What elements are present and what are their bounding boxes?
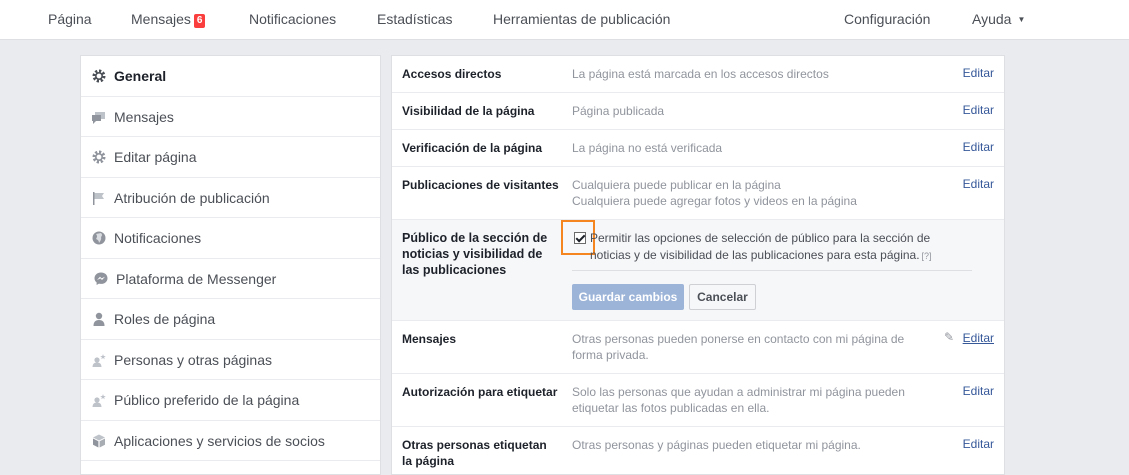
setting-value-secondary: Cualquiera puede agregar fotos y videos …	[572, 194, 857, 208]
sidebar-item-mensajes[interactable]: Mensajes	[81, 97, 380, 137]
setting-row-mensajes: Mensajes Otras personas pueden ponerse e…	[392, 321, 1004, 374]
globe-icon	[92, 231, 106, 245]
edit-link[interactable]: Editar	[963, 103, 994, 117]
setting-name: Visibilidad de la página	[402, 104, 535, 118]
setting-name: Publicaciones de visitantes	[402, 178, 559, 192]
sidebar-item-label: Personas y otras páginas	[114, 351, 272, 368]
sidebar-item-publico-preferido[interactable]: Público preferido de la página	[81, 380, 380, 421]
edit-link[interactable]: Editar	[963, 66, 994, 80]
person-icon	[93, 312, 105, 326]
sidebar-item-label: Público preferido de la página	[114, 392, 300, 408]
nav-mensajes[interactable]: Mensajes 6	[131, 11, 206, 28]
setting-name: Otras personas etiquetan la página	[402, 438, 547, 468]
sidebar-item-label: Roles de página	[114, 311, 216, 327]
nav-herramientas[interactable]: Herramientas de publicación	[493, 11, 670, 27]
setting-name: Autorización para etiquetar	[402, 385, 558, 399]
divider	[572, 270, 972, 271]
edit-link[interactable]: Editar	[963, 177, 994, 191]
setting-value: La página está marcada en los accesos di…	[572, 67, 829, 81]
setting-value: La página no está verificada	[572, 141, 723, 155]
sidebar-item-label: Notificaciones	[114, 230, 202, 246]
setting-value: Solo las personas que ayudan a administr…	[572, 385, 905, 415]
person-star-icon	[92, 353, 106, 367]
sidebar-item-label: Plataforma de Messenger	[116, 270, 277, 287]
setting-row-autorizacion-etiquetar: Autorización para etiquetar Solo las per…	[392, 374, 1004, 427]
sidebar-item-label: Atribución de publicación	[114, 189, 270, 206]
cube-icon	[93, 434, 105, 447]
sidebar-item-label: General	[114, 68, 167, 84]
checkbox-label: Permitir las opciones de selección de pú…	[590, 230, 950, 265]
setting-row-publico-seccion-noticias: Público de la sección de noticias y visi…	[392, 220, 1004, 321]
setting-row-publicaciones-visitantes: Publicaciones de visitantes Cualquiera p…	[392, 167, 1004, 220]
sidebar-item-general[interactable]: General	[81, 56, 380, 97]
sidebar-item-label: Aplicaciones y servicios de socios	[114, 432, 325, 449]
gear-icon	[92, 150, 106, 164]
setting-row-verificacion: Verificación de la página La página no e…	[392, 130, 1004, 167]
sidebar-item-label: Editar página	[114, 149, 197, 165]
setting-row-visibilidad: Visibilidad de la página Página publicad…	[392, 93, 1004, 130]
setting-value: Cualquiera puede publicar en la página	[572, 178, 781, 192]
caret-down-icon: ▼	[1017, 15, 1026, 24]
nav-estadisticas[interactable]: Estadísticas	[377, 11, 452, 27]
help-link[interactable]: [?]	[922, 251, 932, 261]
edit-link[interactable]: Editar	[963, 331, 994, 345]
setting-value: Página publicada	[572, 104, 665, 118]
setting-name: Accesos directos	[402, 67, 502, 81]
nav-ayuda[interactable]: Ayuda ▼	[972, 11, 1025, 27]
settings-sidebar: General Mensajes Editar página Atribució…	[80, 55, 381, 475]
sidebar-item-roles[interactable]: Roles de página	[81, 299, 380, 340]
messages-count-badge: 6	[193, 14, 206, 28]
sidebar-item-atribucion[interactable]: Atribución de publicación	[81, 178, 380, 218]
setting-value: Otras personas y páginas pueden etiqueta…	[572, 438, 861, 452]
cancel-button[interactable]: Cancelar	[689, 284, 756, 310]
edit-link[interactable]: Editar	[963, 437, 994, 451]
edit-link[interactable]: Editar	[963, 384, 994, 398]
setting-row-accesos-directos: Accesos directos La página está marcada …	[392, 56, 1004, 93]
checkbox-label-text: Permitir las opciones de selección de pú…	[590, 231, 931, 262]
sidebar-item-personas[interactable]: Personas y otras páginas	[81, 340, 380, 380]
sidebar-item-label: Mensajes	[114, 108, 174, 125]
setting-name: Mensajes	[402, 332, 457, 346]
setting-row-otras-etiquetan: Otras personas etiquetan la página Otras…	[392, 427, 1004, 474]
nav-configuracion[interactable]: Configuración	[844, 11, 930, 27]
messenger-icon	[94, 272, 108, 285]
setting-value: Otras personas pueden ponerse en contact…	[572, 332, 905, 362]
audience-options-checkbox[interactable]	[574, 232, 586, 244]
nav-ayuda-label: Ayuda	[972, 11, 1012, 27]
setting-name: Público de la sección de noticias y visi…	[402, 231, 548, 277]
messages-icon	[92, 111, 105, 124]
sidebar-item-notificaciones[interactable]: Notificaciones	[81, 218, 380, 259]
gear-icon	[92, 69, 106, 83]
pencil-icon: ✎	[943, 330, 954, 344]
sidebar-item-editar-pagina[interactable]: Editar página	[81, 137, 380, 178]
edit-link[interactable]: Editar	[963, 140, 994, 154]
sidebar-item-messenger[interactable]: Plataforma de Messenger	[81, 259, 380, 299]
flag-icon	[93, 191, 104, 205]
top-navigation: Página Mensajes 6 Notificaciones Estadíst…	[0, 0, 1129, 40]
nav-mensajes-label: Mensajes	[131, 11, 191, 27]
setting-name: Verificación de la página	[402, 141, 543, 155]
nav-notificaciones[interactable]: Notificaciones	[249, 11, 336, 27]
person-star-icon	[92, 394, 106, 407]
nav-pagina[interactable]: Página	[48, 11, 92, 27]
save-changes-button[interactable]: Guardar cambios	[572, 284, 684, 310]
settings-panel: Accesos directos La página está marcada …	[391, 55, 1005, 475]
